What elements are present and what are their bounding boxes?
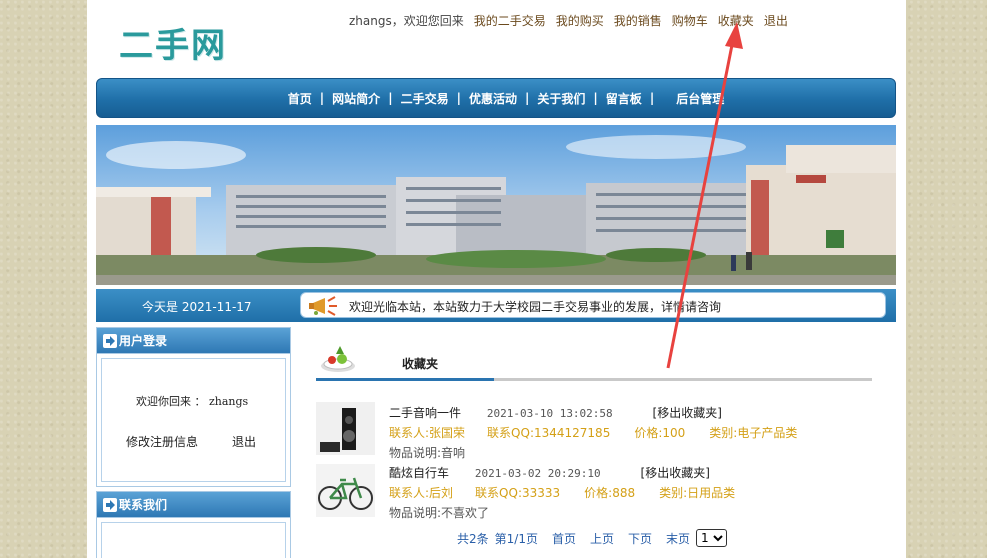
item-contact: 联系人:后刘 [389,486,454,500]
fruit-plate-icon [321,346,355,372]
bicycle-thumbnail[interactable] [316,464,375,517]
arrow-right-icon [103,333,117,348]
login-welcome-text: 欢迎你回来 ： zhangs [136,395,249,408]
item-contact: 联系人:张国荣 [389,426,466,440]
favorites-content: 收藏夹 二手音响一件 2021-03-10 13:02:58 [移出收藏夹] 联… [316,340,872,547]
remove-favorite-button[interactable]: [移出收藏夹] [653,406,722,420]
link-my-trades[interactable]: 我的二手交易 [474,12,546,29]
nav-separator: | [388,91,393,105]
login-panel-body: 欢迎你回来 ： zhangs 修改注册信息 退出 [96,354,291,487]
nav-guestbook[interactable]: 留言板 [606,90,642,107]
user-welcome-text: zhangs，欢迎您回来 [349,14,464,28]
edit-profile-link[interactable]: 修改注册信息 [126,433,198,450]
nav-separator: | [649,91,655,105]
campus-banner-image [96,125,896,285]
login-panel-header: 用户登录 [96,327,291,354]
sidebar: 用户登录 欢迎你回来 ： zhangs 修改注册信息 退出 联系我们 [96,327,291,558]
item-category: 类别:电子产品类 [709,426,798,440]
item-time: 2021-03-10 13:02:58 [486,407,613,420]
title-divider [316,378,872,381]
item-price: 价格:888 [584,486,636,500]
speaker-thumbnail[interactable] [316,402,375,455]
main-nav: 首页 | 网站简介 | 二手交易 | 优惠活动 | 关于我们 | 留言板 | 后台管理 [96,78,896,118]
contact-panel-header: 联系我们 [96,491,291,518]
campus-illustration [96,125,896,285]
arrow-right-icon [103,497,117,512]
contact-panel-title: 联系我们 [119,498,168,512]
date-bar: 今天是 2021-11-17 欢迎光临本站，本站致力于大学校园二手交易事业的发展… [96,289,896,322]
item-name[interactable]: 二手音响一件 [389,406,461,420]
nav-separator: | [593,91,598,105]
nav-trade[interactable]: 二手交易 [401,90,449,107]
page: 二手网 zhangs，欢迎您回来 我的二手交易 我的购买 我的销售 购物车 收藏… [87,0,906,558]
pager-next[interactable]: 下页 [628,530,652,547]
nav-home[interactable]: 首页 [288,90,312,107]
announcement-box: 欢迎光临本站，本站致力于大学校园二手交易事业的发展，详情请咨询 [300,292,886,318]
nav-separator: | [319,91,325,105]
item-description: 物品说明:音响 [389,446,466,460]
link-logout[interactable]: 退出 [764,12,788,29]
item-qq: 联系QQ:1344127185 [487,426,611,440]
item-name[interactable]: 酷炫自行车 [389,466,449,480]
link-cart[interactable]: 购物车 [672,12,708,29]
favorite-item: 二手音响一件 2021-03-10 13:02:58 [移出收藏夹] 联系人:张… [316,402,872,460]
page-select[interactable]: 1 [696,529,728,547]
site-logo[interactable]: 二手网 [119,18,227,67]
sidebar-logout-link[interactable]: 退出 [232,433,256,450]
favorites-title: 收藏夹 [402,357,439,371]
pager-last[interactable]: 末页 [666,530,690,547]
pager-page-info: 第1/1页 [494,531,538,546]
nav-separator: | [456,91,461,105]
nav-about-site[interactable]: 网站简介 [332,90,380,107]
announcement-text: 欢迎光临本站，本站致力于大学校园二手交易事业的发展，详情请咨询 [349,300,722,314]
remove-favorite-button[interactable]: [移出收藏夹] [641,466,710,480]
item-category: 类别:日用品类 [659,486,736,500]
contact-panel-body [96,518,291,558]
pagination: 共2条 第1/1页 首页 上页 下页 末页 1 [457,529,728,547]
pager-first[interactable]: 首页 [552,530,576,547]
nav-admin[interactable]: 后台管理 [676,90,724,107]
link-my-sales[interactable]: 我的销售 [614,12,662,29]
login-panel-title: 用户登录 [119,334,168,348]
item-time: 2021-03-02 20:29:10 [474,467,601,480]
pager-total: 共2条 [457,531,489,546]
link-my-purchases[interactable]: 我的购买 [556,12,604,29]
link-favorites[interactable]: 收藏夹 [718,12,754,29]
top-user-nav: zhangs，欢迎您回来 我的二手交易 我的购买 我的销售 购物车 收藏夹 退出 [349,12,788,29]
item-price: 价格:100 [634,426,686,440]
nav-about-us[interactable]: 关于我们 [537,90,585,107]
favorites-header: 收藏夹 [316,340,872,382]
item-qq: 联系QQ:33333 [475,486,561,500]
item-description: 物品说明:不喜欢了 [389,506,490,520]
nav-separator: | [525,91,530,105]
today-date: 今天是 2021-11-17 [142,300,252,314]
pager-prev[interactable]: 上页 [590,530,614,547]
megaphone-icon [309,296,337,316]
nav-promotions[interactable]: 优惠活动 [469,90,517,107]
favorite-item: 酷炫自行车 2021-03-02 20:29:10 [移出收藏夹] 联系人:后刘… [316,464,872,522]
